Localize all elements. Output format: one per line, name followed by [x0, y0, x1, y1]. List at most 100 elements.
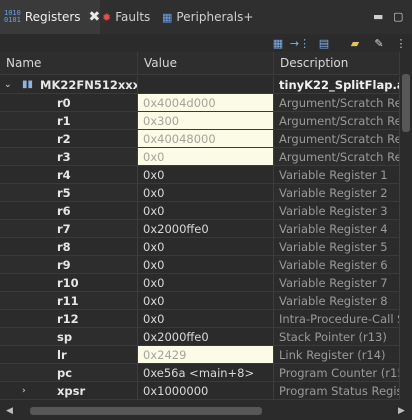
chevron-down-icon[interactable]: ⌄	[4, 76, 12, 93]
column-header-description[interactable]: Description	[274, 52, 400, 74]
more-icon[interactable]: ⋮	[393, 36, 409, 50]
register-description: Variable Register 6	[274, 256, 400, 274]
register-name-cell: r11	[0, 292, 138, 310]
root-value-cell	[138, 76, 274, 94]
register-value[interactable]: 0x0	[138, 184, 274, 202]
scroll-right-icon[interactable]: ▶	[398, 406, 405, 416]
register-description: Variable Register 5	[274, 238, 400, 256]
table-row[interactable]: sp 0x2000ffe0 Stack Pointer (r13)	[0, 328, 400, 346]
column-header-name[interactable]: Name	[0, 52, 138, 74]
tab-registers-label: Registers	[24, 10, 81, 24]
register-value[interactable]: 0x0	[138, 166, 274, 184]
table-row[interactable]: r5 0x0 Variable Register 2	[0, 184, 400, 202]
register-name: sp	[57, 330, 73, 344]
tab-registers[interactable]: 1010 0101 Registers ✖	[0, 0, 100, 34]
register-value[interactable]: 0x2429	[138, 346, 274, 364]
export-icon[interactable]: ✎	[371, 36, 387, 50]
register-name: lr	[57, 348, 67, 362]
register-description: Variable Register 3	[274, 202, 400, 220]
table-row[interactable]: r11 0x0 Variable Register 8	[0, 292, 400, 310]
layout-icon[interactable]: ▤	[316, 36, 332, 50]
grid-icon[interactable]: ▦	[270, 36, 286, 50]
register-name-cell: r9	[0, 256, 138, 274]
tab-faults-label: Faults	[115, 10, 151, 24]
register-description: Program Status Regist	[274, 382, 400, 400]
register-value[interactable]: 0x1000000	[138, 382, 274, 400]
table-row[interactable]: r9 0x0 Variable Register 6	[0, 256, 400, 274]
tab-peripherals[interactable]: ▦ Peripherals+	[162, 0, 253, 34]
register-name-cell: r0	[0, 94, 138, 112]
table-row[interactable]: r2 0x40048000 Argument/Scratch Re	[0, 130, 400, 148]
chevron-right-icon[interactable]: ›	[22, 382, 26, 399]
register-name-cell: r10	[0, 274, 138, 292]
register-name-cell: › xpsr	[0, 382, 138, 400]
register-description: Program Counter (r15)	[274, 364, 400, 382]
register-name: r11	[57, 294, 79, 308]
register-name-cell: r4	[0, 166, 138, 184]
register-value[interactable]: 0x40048000	[138, 130, 274, 148]
register-description: Argument/Scratch Re	[274, 94, 400, 112]
table-row[interactable]: r12 0x0 Intra-Procedure-Call S	[0, 310, 400, 328]
view-tab-bar: 1010 0101 Registers ✖ ✹ Faults ▦ Peripher…	[0, 0, 412, 34]
scroll-left-icon[interactable]: ◀	[6, 406, 13, 416]
minimize-icon[interactable]: ▬	[373, 10, 383, 23]
close-icon[interactable]: ✖	[89, 9, 101, 25]
register-value[interactable]: 0x0	[138, 310, 274, 328]
register-value[interactable]: 0x0	[138, 274, 274, 292]
register-description: Intra-Procedure-Call S	[274, 310, 400, 328]
register-name-cell: r7	[0, 220, 138, 238]
maximize-icon[interactable]: ▢	[393, 10, 403, 23]
register-description: Argument/Scratch Re	[274, 112, 400, 130]
table-row[interactable]: r10 0x0 Variable Register 7	[0, 274, 400, 292]
table-row[interactable]: lr 0x2429 Link Register (r14)	[0, 346, 400, 364]
goto-address-icon[interactable]: →⋮	[290, 36, 310, 50]
register-description: Argument/Scratch Re	[274, 130, 400, 148]
table-row[interactable]: › xpsr 0x1000000 Program Status Regist	[0, 382, 400, 400]
register-description: Variable Register 1	[274, 166, 400, 184]
horizontal-scrollbar-thumb[interactable]	[30, 407, 262, 415]
register-name-cell: r1	[0, 112, 138, 130]
register-value[interactable]: 0x2000ffe0	[138, 328, 274, 346]
register-name-cell: r12	[0, 310, 138, 328]
table-row[interactable]: r8 0x0 Variable Register 5	[0, 238, 400, 256]
register-description: Link Register (r14)	[274, 346, 400, 364]
root-name-cell: ⌄ ▮▮ MK22FN512xxx1	[0, 76, 138, 94]
table-row[interactable]: r1 0x300 Argument/Scratch Re	[0, 112, 400, 130]
new-folder-icon[interactable]: ▰	[347, 36, 363, 50]
column-header-value[interactable]: Value	[138, 52, 274, 74]
tab-faults[interactable]: ✹ Faults	[102, 0, 150, 34]
register-description: Variable Register 2	[274, 184, 400, 202]
table-row[interactable]: r6 0x0 Variable Register 3	[0, 202, 400, 220]
peripherals-icon: ▦	[162, 10, 173, 24]
register-value[interactable]: 0x0	[138, 202, 274, 220]
register-name-cell: pc	[0, 364, 138, 382]
register-value[interactable]: 0x300	[138, 112, 274, 130]
table-row[interactable]: r3 0x0 Argument/Scratch Re	[0, 148, 400, 166]
register-name-cell: sp	[0, 328, 138, 346]
register-description: Stack Pointer (r13)	[274, 328, 400, 346]
register-value[interactable]: 0x4004d000	[138, 94, 274, 112]
table-row[interactable]: pc 0xe56a <main+8> Program Counter (r15)	[0, 364, 400, 382]
register-name: r10	[57, 276, 79, 290]
register-name-cell: r8	[0, 238, 138, 256]
register-name: r3	[57, 150, 71, 164]
register-value[interactable]: 0x2000ffe0	[138, 220, 274, 238]
root-description: tinyK22_SplitFlap.axf	[274, 76, 400, 94]
register-value[interactable]: 0x0	[138, 292, 274, 310]
table-row-root[interactable]: ⌄ ▮▮ MK22FN512xxx1 tinyK22_SplitFlap.axf	[0, 76, 400, 94]
table-row[interactable]: r7 0x2000ffe0 Variable Register 4	[0, 220, 400, 238]
register-value[interactable]: 0x0	[138, 148, 274, 166]
register-name-cell: r5	[0, 184, 138, 202]
register-value[interactable]: 0x0	[138, 256, 274, 274]
faults-icon: ✹	[102, 10, 112, 24]
register-value[interactable]: 0xe56a <main+8>	[138, 364, 274, 382]
register-description: Variable Register 7	[274, 274, 400, 292]
register-name: r5	[57, 186, 71, 200]
table-row[interactable]: r0 0x4004d000 Argument/Scratch Re	[0, 94, 400, 112]
table-row[interactable]: r4 0x0 Variable Register 1	[0, 166, 400, 184]
register-value[interactable]: 0x0	[138, 238, 274, 256]
register-name: r9	[57, 258, 71, 272]
root-name: MK22FN512xxx1	[40, 78, 138, 92]
vertical-scrollbar-thumb[interactable]	[402, 74, 410, 132]
register-description: Argument/Scratch Re	[274, 148, 400, 166]
